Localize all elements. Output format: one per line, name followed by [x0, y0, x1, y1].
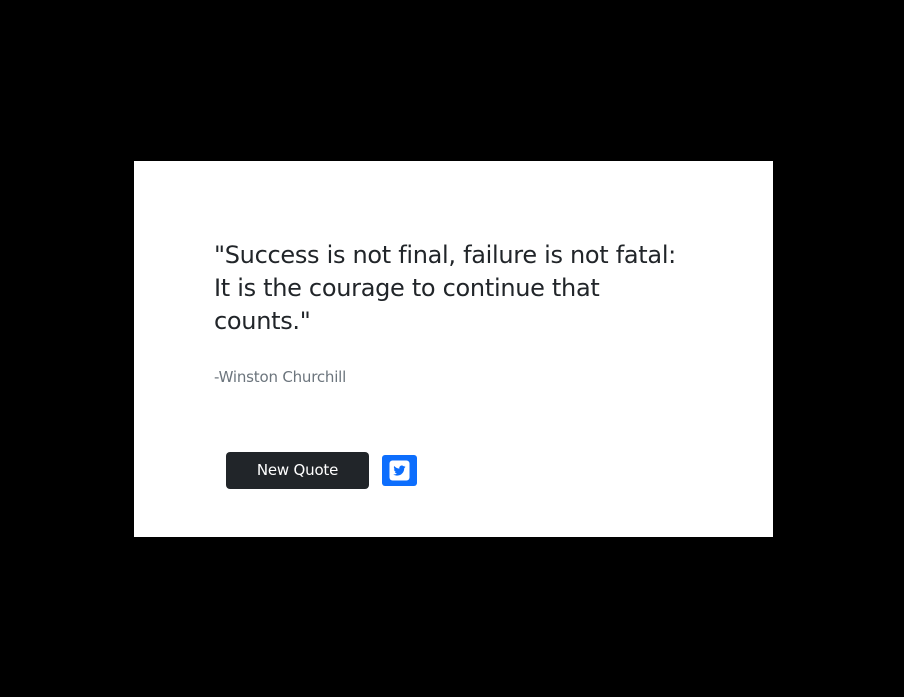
twitter-icon: [389, 460, 410, 481]
quote-author: -Winston Churchill: [214, 368, 347, 386]
new-quote-button[interactable]: New Quote: [226, 452, 369, 489]
quote-box: "Success is not final, failure is not fa…: [134, 161, 773, 537]
quote-text: "Success is not final, failure is not fa…: [214, 241, 676, 335]
tweet-quote-button[interactable]: [382, 455, 417, 486]
